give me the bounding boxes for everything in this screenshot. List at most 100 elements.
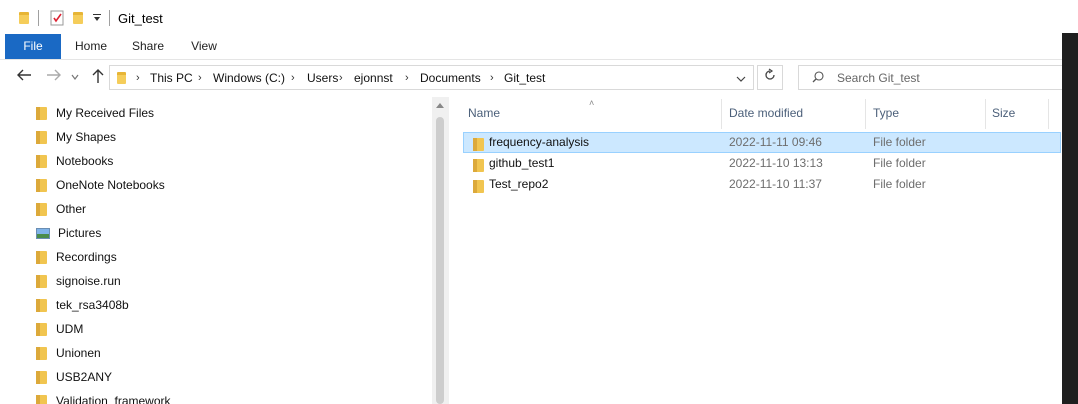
file-explorer-window: Git_test File Home Share View › This PC … xyxy=(0,0,1078,404)
folder-icon xyxy=(36,346,48,360)
folder-icon xyxy=(36,130,48,144)
column-divider[interactable] xyxy=(985,99,986,129)
breadcrumb-users[interactable]: Users xyxy=(307,66,338,91)
file-type: File folder xyxy=(873,135,926,149)
folder-icon xyxy=(36,106,48,120)
column-header-size[interactable]: Size xyxy=(992,97,1015,130)
chevron-right-icon[interactable]: › xyxy=(490,66,494,91)
search-box[interactable] xyxy=(798,65,1078,90)
breadcrumb-git-test[interactable]: Git_test xyxy=(504,66,545,91)
column-header-name[interactable]: Name xyxy=(468,97,500,130)
forward-button[interactable] xyxy=(44,68,64,88)
chevron-right-icon[interactable]: › xyxy=(339,66,343,91)
nav-item[interactable]: Pictures xyxy=(36,221,101,245)
folder-icon xyxy=(473,137,485,151)
nav-item-label: Unionen xyxy=(56,346,101,360)
nav-item[interactable]: Unionen xyxy=(36,341,101,365)
chevron-right-icon[interactable]: › xyxy=(136,66,140,91)
file-row[interactable]: frequency-analysis 2022-11-11 09:46 File f… xyxy=(463,132,1061,153)
nav-item[interactable]: Notebooks xyxy=(36,149,113,173)
folder-icon xyxy=(36,274,48,288)
scroll-up-icon[interactable] xyxy=(436,103,444,108)
nav-item[interactable]: USB2ANY xyxy=(36,365,112,389)
tab-view[interactable]: View xyxy=(182,34,226,59)
file-name: frequency-analysis xyxy=(489,135,590,149)
nav-item-label: Notebooks xyxy=(56,154,114,168)
separator xyxy=(38,10,39,26)
breadcrumb-this-pc[interactable]: This PC xyxy=(150,66,193,91)
column-divider[interactable] xyxy=(865,99,866,129)
column-header-date-modified[interactable]: Date modified xyxy=(729,97,803,130)
window-edge xyxy=(1062,33,1078,404)
folder-icon xyxy=(36,250,48,264)
folder-icon xyxy=(19,9,29,27)
column-divider[interactable] xyxy=(1048,99,1049,129)
navigation-pane-scrollbar[interactable] xyxy=(432,97,449,404)
breadcrumb-ejonnst[interactable]: ejonnst xyxy=(354,66,393,91)
folder-icon xyxy=(36,298,48,312)
folder-icon xyxy=(36,202,48,216)
file-type: File folder xyxy=(873,156,926,170)
search-input[interactable] xyxy=(837,69,1057,86)
refresh-button[interactable] xyxy=(757,65,783,90)
up-arrow-icon xyxy=(92,69,104,83)
nav-item[interactable]: My Received Files xyxy=(36,101,154,125)
nav-item-label: OneNote Notebooks xyxy=(56,178,165,192)
folder-icon xyxy=(36,370,48,384)
folder-icon xyxy=(117,72,126,84)
chevron-right-icon[interactable]: › xyxy=(291,66,295,91)
tab-share[interactable]: Share xyxy=(124,34,172,59)
folder-icon xyxy=(36,178,48,192)
navigation-pane: My Received Files My Shapes Notebooks OneNo… xyxy=(0,97,432,404)
properties-icon[interactable] xyxy=(50,9,64,27)
file-list-pane: ˄ Name Date modified Type Size frequency… xyxy=(449,97,1078,404)
navigation-bar: › This PC › Windows (C:) › Users › ejonn… xyxy=(0,60,1078,97)
chevron-right-icon[interactable]: › xyxy=(405,66,409,91)
nav-item-label: Other xyxy=(56,202,87,216)
column-header-type[interactable]: Type xyxy=(873,97,899,130)
forward-arrow-icon xyxy=(47,69,61,81)
nav-item[interactable]: UDM xyxy=(36,317,83,341)
address-dropdown-icon[interactable] xyxy=(735,73,747,87)
nav-item-label: signoise.run xyxy=(56,274,121,288)
pictures-icon xyxy=(36,227,50,239)
window-title: Git_test xyxy=(118,11,163,26)
column-divider[interactable] xyxy=(721,99,722,129)
file-date-modified: 2022-11-10 13:13 xyxy=(729,156,823,170)
file-date-modified: 2022-11-10 11:37 xyxy=(729,177,822,191)
nav-item-label: My Shapes xyxy=(56,130,117,144)
back-button[interactable] xyxy=(14,68,34,88)
file-name: Test_repo2 xyxy=(489,177,549,191)
nav-item[interactable]: Validation_framework xyxy=(36,389,171,404)
new-folder-icon[interactable] xyxy=(73,9,83,27)
folder-icon xyxy=(36,394,48,404)
file-row[interactable]: github_test1 2022-11-10 13:13 File folder xyxy=(463,153,1061,174)
tab-home[interactable]: Home xyxy=(68,34,114,59)
sort-ascending-icon: ˄ xyxy=(589,98,595,108)
address-bar[interactable]: › This PC › Windows (C:) › Users › ejonn… xyxy=(109,65,754,90)
back-arrow-icon xyxy=(17,69,31,81)
tab-file[interactable]: File xyxy=(5,34,61,59)
recent-locations-button[interactable] xyxy=(68,68,82,88)
nav-item[interactable]: Other xyxy=(36,197,86,221)
file-date-modified: 2022-11-11 09:46 xyxy=(729,135,822,149)
nav-item-label: Pictures xyxy=(58,226,102,240)
nav-item[interactable]: OneNote Notebooks xyxy=(36,173,165,197)
nav-item[interactable]: signoise.run xyxy=(36,269,121,293)
breadcrumb-windows-c[interactable]: Windows (C:) xyxy=(213,66,285,91)
up-button[interactable] xyxy=(88,68,108,88)
file-name: github_test1 xyxy=(489,156,555,170)
chevron-right-icon[interactable]: › xyxy=(198,66,202,91)
nav-item[interactable]: Recordings xyxy=(36,245,117,269)
separator xyxy=(109,10,110,26)
customize-toolbar-icon[interactable] xyxy=(92,9,102,27)
ribbon-tabs: File Home Share View xyxy=(0,34,1078,60)
nav-item[interactable]: My Shapes xyxy=(36,125,116,149)
breadcrumb-documents[interactable]: Documents xyxy=(420,66,481,91)
scrollbar-thumb[interactable] xyxy=(436,117,444,404)
nav-item-label: tek_rsa3408b xyxy=(56,298,129,312)
file-row[interactable]: Test_repo2 2022-11-10 11:37 File folder xyxy=(463,174,1061,195)
nav-item[interactable]: tek_rsa3408b xyxy=(36,293,129,317)
chevron-down-icon xyxy=(71,74,79,80)
folder-icon xyxy=(36,322,48,336)
